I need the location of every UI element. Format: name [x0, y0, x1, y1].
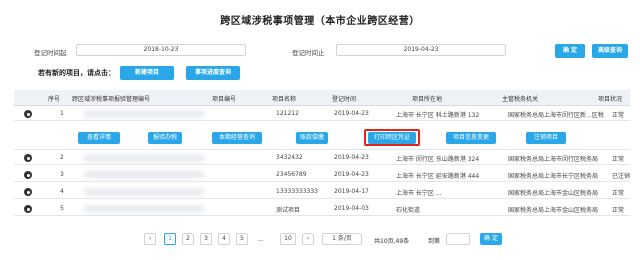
table-row: 4 13333333333 2019-04-17 上海市 长宁区 ... 国家税…	[14, 185, 630, 199]
print-voucher-highlight	[364, 129, 420, 146]
table-row: 2 3432432 2019-04-23 上海市 闵行区 东山路新港 324 国…	[14, 151, 630, 165]
start-date-input[interactable]: 2018-10-23	[76, 44, 246, 56]
row-date: 2019-04-23	[334, 171, 369, 178]
operation-query-button[interactable]: 本期经营查询	[212, 132, 262, 144]
expand-icon[interactable]	[24, 110, 32, 118]
row-authority: 国家税务总局上海市长宁区税务局	[508, 173, 599, 180]
row-index: 3	[60, 171, 64, 178]
row-date: 2019-04-23	[334, 154, 369, 161]
end-date-label: 登记时间止	[292, 49, 325, 57]
page-button[interactable]: 5	[236, 233, 248, 245]
new-project-hint: 若有新的项目，请点击：	[38, 69, 115, 77]
header-report-no: 跨区域涉税事项报验管理编号	[72, 96, 151, 103]
header-register-time: 登记时间	[332, 96, 357, 103]
row-status: 正常	[612, 156, 625, 163]
expand-icon[interactable]	[24, 188, 32, 196]
row-authority: 国家税务总局上海市金山区税务局	[508, 207, 599, 214]
row-location: 上海市 长宁区 延安路新港 444	[396, 173, 480, 180]
page-title: 跨区域涉税事项管理（本市企业跨区经营）	[220, 16, 420, 27]
goto-label: 到第	[428, 238, 441, 245]
start-date-label: 登记时间起	[34, 49, 67, 57]
row-project-name: 测试项目	[276, 207, 301, 214]
last-page-button[interactable]: 10	[280, 233, 296, 245]
row-authority: 国家税务总局上海市金山区税务局	[508, 190, 599, 197]
new-project-button[interactable]: 新建项目	[120, 66, 174, 80]
prev-page-button[interactable]: ‹	[144, 233, 156, 245]
row-status: 正常	[612, 207, 625, 214]
page-button[interactable]: 2	[182, 233, 194, 245]
header-authority: 主管税务机关	[502, 96, 539, 103]
expand-icon[interactable]	[24, 154, 32, 162]
goto-page-input[interactable]	[446, 233, 470, 245]
redacted-cell	[84, 110, 204, 118]
advanced-query-button[interactable]: 高级查询	[592, 44, 628, 58]
page-button[interactable]: 4	[218, 233, 230, 245]
goto-confirm-button[interactable]: 确 定	[480, 233, 502, 245]
header-status: 项目状况	[598, 96, 623, 103]
report-tax-button[interactable]: 报验办税	[148, 132, 182, 144]
header-project-no: 项目编号	[212, 96, 237, 103]
next-page-button[interactable]: ›	[302, 233, 314, 245]
table-row: 1 121212 2019-04-23 上海市 长宁区 科土路新港 132 国家…	[14, 107, 630, 121]
row-date: 2019-04-17	[334, 188, 369, 195]
page-button[interactable]: 1	[164, 233, 176, 245]
row-location: 石化街道	[396, 207, 421, 214]
row-project-name: 23456789	[276, 171, 307, 178]
main-panel: 跨区域涉税事项管理（本市企业跨区经营） 登记时间起 2018-10-23 登记时…	[0, 0, 640, 260]
payment-button[interactable]: 账款偿缴	[296, 132, 328, 144]
header-index: 序号	[48, 96, 61, 103]
view-details-button[interactable]: 查看详情	[78, 132, 120, 144]
cancel-project-button[interactable]: 注销项目	[526, 132, 566, 144]
row-status: 正常	[612, 112, 625, 119]
table-row: 3 23456789 2019-04-23 上海市 长宁区 延安路新港 444 …	[14, 168, 630, 182]
row-index: 4	[60, 188, 64, 195]
row-index: 2	[60, 154, 64, 161]
row-location: 上海市 长宁区 ...	[396, 190, 442, 197]
table-row: 5 测试项目 2019-04-03 石化街道 国家税务总局上海市金山区税务局 正…	[14, 202, 630, 216]
redacted-cell	[84, 205, 204, 213]
change-project-button[interactable]: 项目信息变更	[446, 132, 496, 144]
expand-icon[interactable]	[24, 171, 32, 179]
page-button[interactable]: 3	[200, 233, 212, 245]
pagination-ellipsis: ...	[258, 236, 264, 243]
progress-query-button[interactable]: 事项进度查询	[186, 66, 240, 80]
page-size-select[interactable]: 1 条/页	[322, 233, 362, 245]
row-status: 正常	[612, 190, 625, 197]
row-date: 2019-04-03	[334, 205, 369, 212]
row-project-name: 13333333333	[276, 188, 318, 195]
redacted-cell	[84, 154, 204, 162]
header-location: 项目所在地	[412, 96, 443, 103]
row-index: 1	[60, 110, 64, 117]
end-date-input[interactable]: 2019-04-23	[336, 44, 506, 56]
row-location: 上海市 闵行区 东山路新港 324	[396, 156, 480, 163]
row-date: 2019-04-23	[334, 110, 369, 117]
row-location: 上海市 长宁区 科土路新港 132	[396, 112, 480, 119]
redacted-cell	[84, 188, 204, 196]
row-index: 5	[60, 205, 64, 212]
expand-icon[interactable]	[24, 205, 32, 213]
header-project-name: 项目名称	[272, 96, 297, 103]
row-status: 已注销	[612, 173, 631, 180]
confirm-button[interactable]: 确 定	[555, 44, 585, 58]
row-project-name: 121212	[276, 110, 299, 117]
row-authority: 国家税务总局上海市闵行区税务局	[508, 156, 599, 163]
row-authority: 国家税务总局上海市闵行区新...区税务局	[508, 112, 604, 119]
row-project-name: 3432432	[276, 154, 303, 161]
redacted-cell	[84, 171, 204, 179]
total-count: 共10页,49条	[374, 238, 410, 245]
